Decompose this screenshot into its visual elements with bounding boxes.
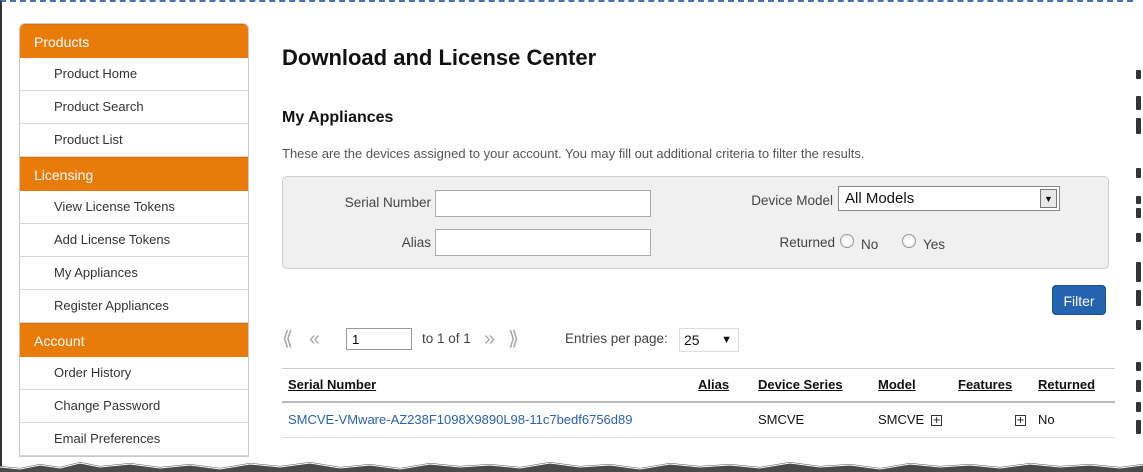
dropdown-arrow-icon: ▼	[1040, 189, 1057, 208]
column-header-device-series[interactable]: Device Series	[752, 368, 872, 403]
appliances-table: Serial Number Alias Device Series Model …	[282, 368, 1115, 438]
caret-down-icon: ▼	[721, 334, 732, 346]
filter-button[interactable]: Filter	[1052, 285, 1106, 315]
device-series-cell: SMCVE	[752, 401, 872, 438]
serial-number-label: Serial Number	[344, 195, 431, 210]
device-model-label: Device Model	[751, 193, 833, 208]
returned-yes-radio[interactable]	[902, 234, 916, 248]
sidebar-header-licensing: Licensing	[20, 157, 248, 191]
main-content: Download and License Center My Appliance…	[282, 0, 1122, 472]
sidebar-header-account: Account	[20, 323, 248, 357]
alias-input[interactable]	[435, 229, 651, 256]
next-page-icon[interactable]: »	[484, 326, 495, 352]
sidebar-nav: Products Product Home Product Search Pro…	[19, 23, 249, 457]
column-header-features[interactable]: Features	[952, 368, 1032, 403]
sidebar-item-add-license-tokens[interactable]: Add License Tokens	[20, 224, 248, 257]
device-model-select[interactable]: All Models ▼	[838, 186, 1060, 211]
sidebar-item-register-appliances[interactable]: Register Appliances	[20, 290, 248, 323]
model-value: SMCVE	[878, 412, 925, 428]
features-cell: +	[952, 401, 1032, 438]
entries-per-page-value: 25	[684, 332, 700, 348]
sidebar-item-product-home[interactable]: Product Home	[20, 58, 248, 91]
prev-page-icon[interactable]: «	[309, 326, 320, 352]
sidebar-item-product-list[interactable]: Product List	[20, 124, 248, 157]
model-cell: SMCVE +	[872, 401, 952, 438]
cropped-edge-strip	[1134, 0, 1143, 472]
expand-model-icon[interactable]: +	[931, 415, 943, 427]
returned-label: Returned	[779, 235, 835, 250]
last-page-icon[interactable]: ⟫	[508, 326, 519, 352]
returned-cell: No	[1032, 401, 1115, 438]
expand-features-icon[interactable]: +	[1015, 415, 1026, 427]
filter-panel: Serial Number Alias Device Model All Mod…	[282, 176, 1109, 269]
entries-per-page-label: Entries per page:	[565, 331, 668, 346]
alias-cell	[692, 401, 752, 438]
alias-label: Alias	[401, 235, 431, 250]
column-header-alias[interactable]: Alias	[692, 368, 752, 403]
sidebar-item-my-appliances[interactable]: My Appliances	[20, 257, 248, 290]
page-title: Download and License Center	[282, 45, 597, 70]
page-number-input[interactable]	[346, 328, 412, 350]
column-header-model[interactable]: Model	[872, 368, 952, 403]
device-model-value: All Models	[845, 190, 915, 207]
pagination-bar: ⟪ « to 1 of 1 » ⟫ Entries per page: 25 ▼	[282, 326, 782, 354]
returned-no-radio[interactable]	[840, 234, 854, 248]
sidebar-item-order-history[interactable]: Order History	[20, 357, 248, 390]
returned-no-label: No	[861, 237, 879, 252]
returned-yes-label: Yes	[923, 237, 946, 252]
section-description: These are the devices assigned to your a…	[282, 146, 865, 161]
serial-number-link[interactable]: SMCVE-VMware-AZ238F1098X9890L98-11c7bedf…	[288, 412, 632, 427]
first-page-icon[interactable]: ⟪	[282, 326, 293, 352]
torn-edge-decoration	[0, 462, 1143, 472]
sidebar-item-change-password[interactable]: Change Password	[20, 390, 248, 423]
sidebar-item-product-search[interactable]: Product Search	[20, 91, 248, 124]
table-header-row: Serial Number Alias Device Series Model …	[282, 368, 1115, 403]
section-title: My Appliances	[282, 109, 394, 126]
sidebar-item-view-license-tokens[interactable]: View License Tokens	[20, 191, 248, 224]
serial-number-input[interactable]	[435, 190, 651, 217]
entries-per-page-select[interactable]: 25 ▼	[679, 328, 739, 352]
table-row: SMCVE-VMware-AZ238F1098X9890L98-11c7bedf…	[282, 401, 1115, 438]
column-header-serial-number[interactable]: Serial Number	[282, 368, 692, 403]
page-range-text: to 1 of 1	[422, 331, 471, 346]
sidebar-item-email-preferences[interactable]: Email Preferences	[20, 423, 248, 456]
sidebar-header-products: Products	[20, 24, 248, 58]
column-header-returned[interactable]: Returned	[1032, 368, 1115, 403]
